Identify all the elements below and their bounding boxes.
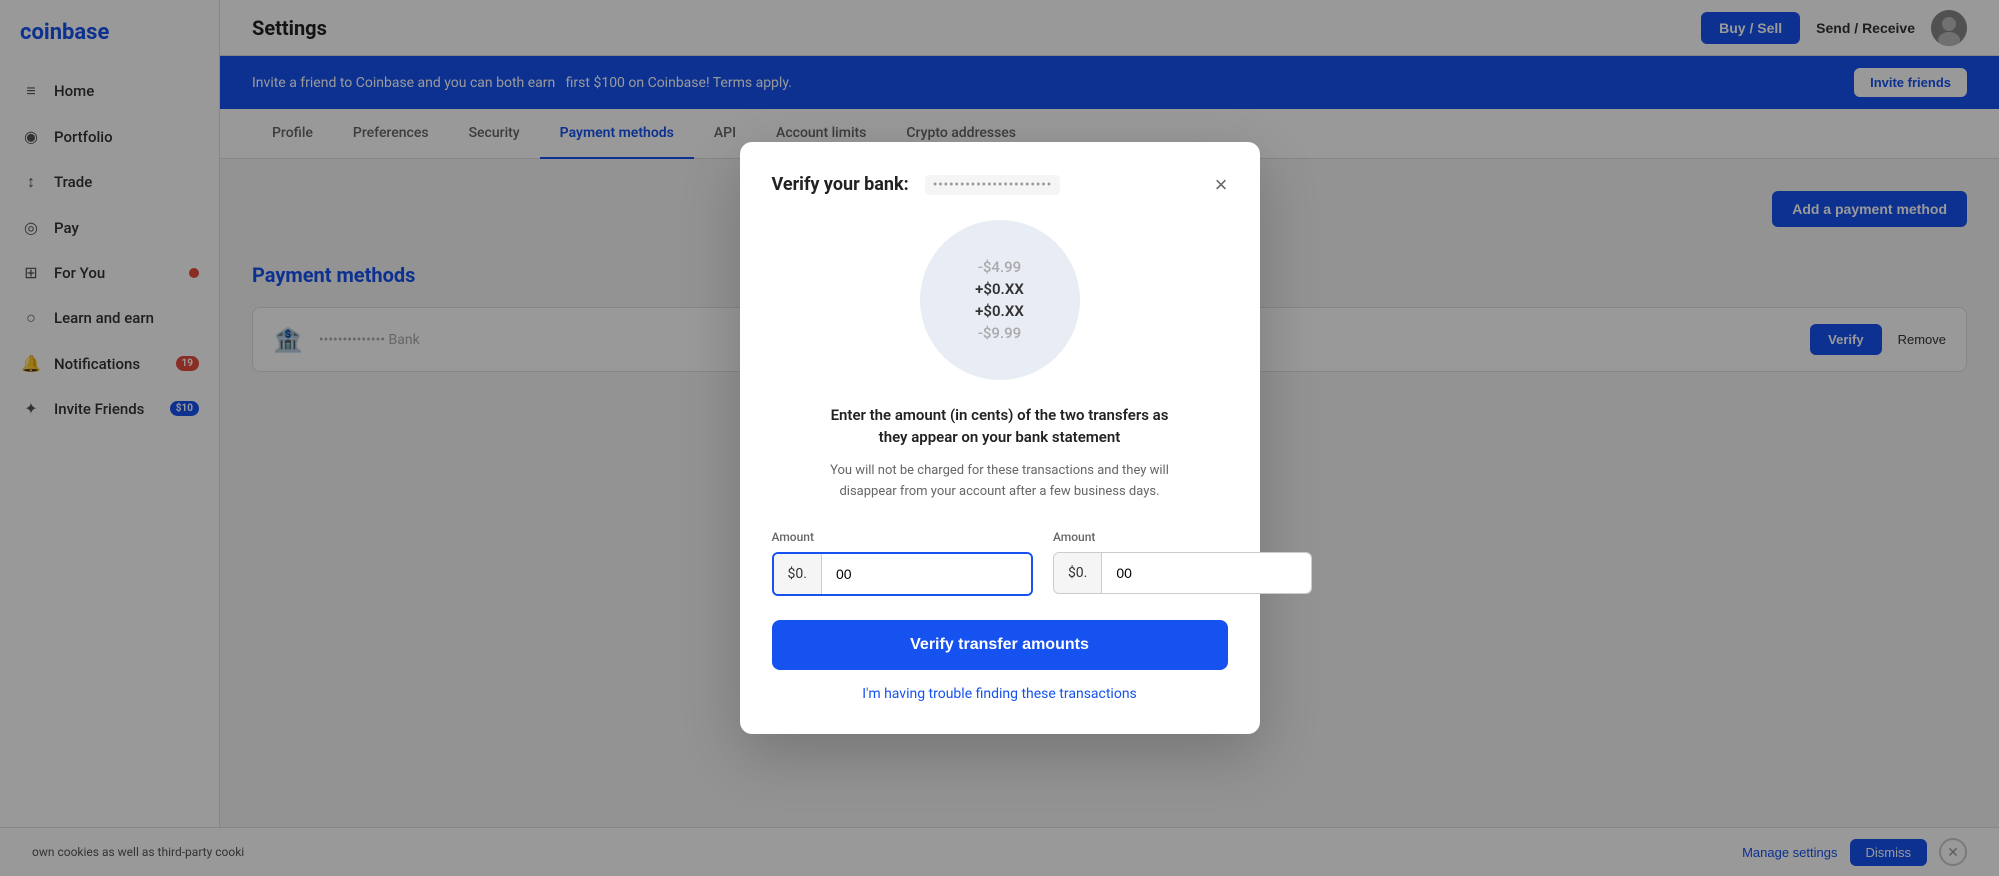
modal-header: Verify your bank: ••••••••••••••••••••••… — [772, 174, 1228, 196]
amount-group-2: Amount $0. — [1053, 530, 1312, 596]
verify-transfer-button[interactable]: Verify transfer amounts — [772, 620, 1228, 670]
vis-amount-3: +$0.XX — [975, 302, 1024, 320]
amount-group-1: Amount $0. — [772, 530, 1033, 596]
amount-input-1[interactable] — [822, 554, 1031, 594]
vis-amount-1: -$4.99 — [978, 258, 1021, 276]
modal-note: You will not be charged for these transa… — [772, 461, 1228, 503]
amount-input-row-2: $0. — [1053, 552, 1312, 594]
amount-input-2[interactable] — [1102, 553, 1311, 593]
vis-amount-2: +$0.XX — [975, 280, 1024, 298]
amount-prefix-2: $0. — [1054, 553, 1102, 593]
vis-amount-4: -$9.99 — [978, 324, 1021, 342]
trouble-link[interactable]: I'm having trouble finding these transac… — [772, 686, 1228, 702]
amounts-row: Amount $0. Amount $0. — [772, 530, 1228, 596]
modal-instructions: Enter the amount (in cents) of the two t… — [772, 404, 1228, 449]
modal-bank-name-masked: •••••••••••••••••••••• — [925, 175, 1060, 195]
amount-prefix-1: $0. — [774, 554, 822, 594]
amount-label-1: Amount — [772, 530, 1033, 544]
modal-close-button[interactable]: × — [1215, 174, 1228, 196]
modal-title: Verify your bank: — [772, 174, 909, 195]
amount-input-row-1: $0. — [772, 552, 1033, 596]
bank-circle-visualization: -$4.99 +$0.XX +$0.XX -$9.99 — [920, 220, 1080, 380]
app-wrapper: coinbase ≡ Home ◉ Portfolio ↕ Trade ◎ Pa… — [0, 0, 1999, 876]
modal-overlay: Verify your bank: ••••••••••••••••••••••… — [0, 0, 1999, 876]
amount-label-2: Amount — [1053, 530, 1312, 544]
verify-bank-modal: Verify your bank: ••••••••••••••••••••••… — [740, 142, 1260, 735]
